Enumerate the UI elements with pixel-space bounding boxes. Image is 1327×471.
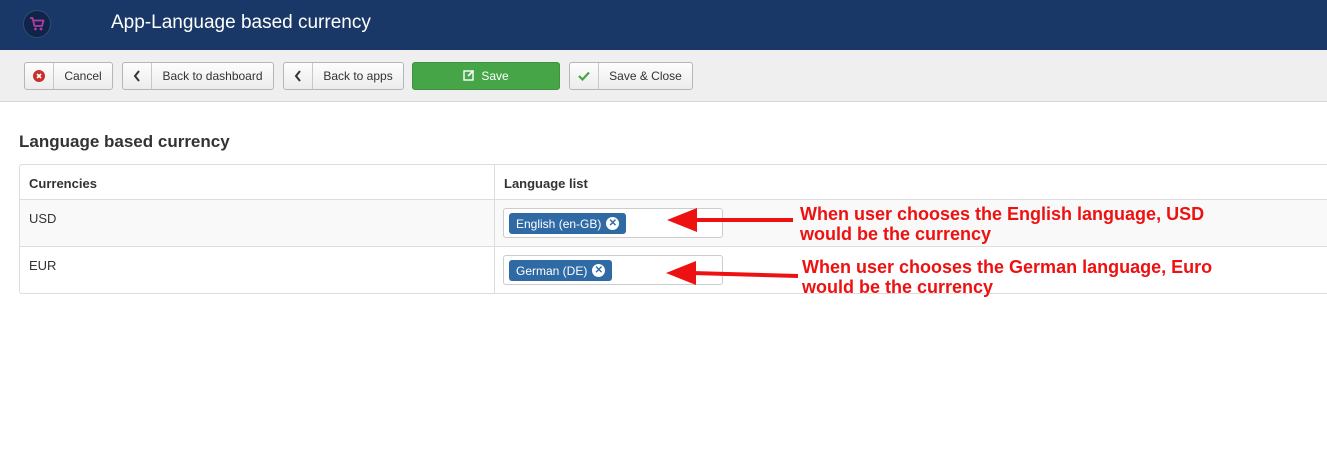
remove-tag-icon[interactable]: ✕ [606,217,620,230]
annotation-arrow-icon [667,208,793,232]
language-tag-label: English (en-GB) [516,216,602,231]
language-tag: German (DE) ✕ [509,260,613,281]
remove-tag-icon[interactable]: ✕ [592,264,606,277]
language-tag-label: German (DE) [516,263,588,278]
annotation-line: would be the currency [802,277,994,297]
cancel-icon [25,63,54,89]
back-to-dashboard-button[interactable]: Back to dashboard [122,62,274,90]
save-and-close-label: Save & Close [609,69,682,83]
save-and-close-button[interactable]: Save & Close [569,62,693,90]
section-title: Language based currency [19,132,230,151]
annotation-text: When user chooses the German language, E… [802,257,1212,297]
check-icon [570,63,599,89]
shopping-cart-logo-icon [23,10,51,38]
currency-cell: USD [20,200,495,246]
column-header-language-list: Language list [504,176,588,191]
chevron-left-icon [123,63,152,89]
annotation-line: would be the currency [800,224,992,244]
language-tag: English (en-GB) ✕ [509,213,627,234]
chevron-left-icon [284,63,313,89]
currency-cell: EUR [20,247,495,293]
back-to-apps-label: Back to apps [323,69,393,83]
annotation-arrow-icon [666,261,799,285]
table-header-row: Currencies Language list [20,165,1327,200]
annotation-line: When user chooses the English language, … [800,204,1205,224]
save-label: Save [481,69,509,83]
app-header: App-Language based currency [0,0,1327,50]
edit-icon [463,69,475,84]
annotation-text: When user chooses the English language, … [800,204,1204,244]
back-to-dashboard-label: Back to dashboard [162,69,263,83]
save-button[interactable]: Save [412,62,560,90]
back-to-apps-button[interactable]: Back to apps [283,62,404,90]
column-header-currencies: Currencies [20,165,495,199]
cancel-label: Cancel [64,69,102,83]
cancel-button[interactable]: Cancel [24,62,113,90]
annotation-line: When user chooses the German language, E… [802,257,1213,277]
page-title: App-Language based currency [111,12,371,33]
toolbar: Cancel Back to dashboard Back to apps Sa… [0,50,1327,102]
